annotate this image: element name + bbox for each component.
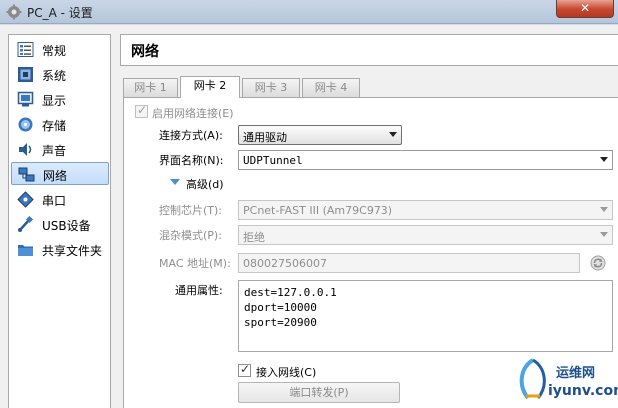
general-icon xyxy=(17,42,34,57)
cable-connected-label: 接入网线(C) xyxy=(256,366,317,379)
serial-port-icon xyxy=(17,191,34,208)
sidebar-item-label: 常规 xyxy=(42,44,67,58)
mac-address-value: 080027506007 xyxy=(243,257,327,270)
audio-icon xyxy=(19,143,32,156)
advanced-expander[interactable]: 高级(d) xyxy=(170,176,240,192)
shared-folder-icon xyxy=(18,245,33,256)
mac-address-label: MAC 地址(M): xyxy=(159,257,231,270)
tab-adapter-1[interactable]: 网卡 1 xyxy=(123,78,178,97)
sidebar-item-label: 串口 xyxy=(42,194,67,208)
settings-sidebar: 常规 系统 显示 存储 声音 网络 串口 USB设备 共享文件夹 xyxy=(8,34,111,408)
enable-adapter-label: 启用网络连接(E) xyxy=(152,107,234,120)
sidebar-item-usb[interactable]: USB设备 xyxy=(11,213,109,236)
sidebar-item-label: 系统 xyxy=(42,69,67,83)
storage-icon xyxy=(18,117,33,132)
chevron-down-icon xyxy=(600,232,608,237)
enable-adapter-checkbox[interactable] xyxy=(135,103,148,118)
mac-address-field[interactable]: 080027506007 xyxy=(238,253,580,273)
window-title: PC_A - 设置 xyxy=(27,6,93,20)
promiscuous-mode-label: 混杂模式(P): xyxy=(159,229,222,242)
refresh-mac-icon[interactable] xyxy=(590,255,606,271)
generic-properties-label: 通用属性: xyxy=(175,284,223,297)
sidebar-item-label: 网络 xyxy=(43,169,68,183)
adapter-type-select[interactable]: PCnet-FAST III (Am79C973) xyxy=(238,200,613,220)
interface-name-select[interactable]: UDPTunnel xyxy=(238,150,613,170)
tab-adapter-2[interactable]: 网卡 2 xyxy=(180,76,240,98)
display-icon xyxy=(17,91,34,107)
adapter-type-value: PCnet-FAST III (Am79C973) xyxy=(243,204,393,217)
tab-adapter-3[interactable]: 网卡 3 xyxy=(242,78,300,97)
settings-gear-icon xyxy=(6,4,22,20)
sidebar-item-audio[interactable]: 声音 xyxy=(11,138,109,161)
close-icon: ✕ xyxy=(579,1,591,15)
page-title: 网络 xyxy=(131,44,159,60)
attached-to-value: 通用驱动 xyxy=(243,131,287,144)
sidebar-item-label: 共享文件夹 xyxy=(42,244,103,258)
usb-icon xyxy=(18,216,34,232)
generic-properties-textarea[interactable]: dest=127.0.0.1 dport=10000 sport=20900 xyxy=(238,280,613,352)
promiscuous-mode-value: 拒绝 xyxy=(243,231,265,244)
watermark-logo-icon xyxy=(519,358,546,400)
generic-property-line: dest=127.0.0.1 xyxy=(244,286,337,299)
interface-name-label: 界面名称(N): xyxy=(159,154,224,167)
advanced-label: 高级(d) xyxy=(186,178,224,191)
sidebar-item-display[interactable]: 显示 xyxy=(11,88,109,111)
sidebar-item-storage[interactable]: 存储 xyxy=(11,113,109,136)
watermark-text-cn: 运维网 xyxy=(556,366,596,381)
generic-property-line: dport=10000 xyxy=(244,301,317,314)
network-icon xyxy=(18,167,35,182)
watermark-text-en: iyunv.com xyxy=(548,383,618,399)
expand-triangle-icon xyxy=(170,179,180,185)
sidebar-item-shared-folders[interactable]: 共享文件夹 xyxy=(11,238,109,261)
chevron-down-icon xyxy=(389,132,397,137)
attached-to-label: 连接方式(A): xyxy=(159,129,223,142)
port-forwarding-button[interactable]: 端口转发(P) xyxy=(238,382,400,403)
page-header: 网络 xyxy=(120,34,618,66)
promiscuous-mode-select[interactable]: 拒绝 xyxy=(238,225,613,245)
tab-adapter-4[interactable]: 网卡 4 xyxy=(302,78,360,97)
sidebar-item-label: 显示 xyxy=(42,94,67,108)
interface-name-value: UDPTunnel xyxy=(243,154,303,167)
cable-connected-checkbox[interactable] xyxy=(238,362,251,377)
sidebar-item-label: USB设备 xyxy=(42,219,91,233)
generic-property-line: sport=20900 xyxy=(244,316,317,329)
sidebar-item-label: 声音 xyxy=(42,144,67,158)
attached-to-select[interactable]: 通用驱动 xyxy=(238,125,402,145)
chevron-down-icon xyxy=(600,157,608,162)
chevron-down-icon xyxy=(600,207,608,212)
sidebar-item-label: 存储 xyxy=(42,119,67,133)
watermark: 运维网 iyunv.com xyxy=(512,350,618,408)
sidebar-item-network[interactable]: 网络 xyxy=(11,162,109,185)
sidebar-item-system[interactable]: 系统 xyxy=(11,63,109,86)
sidebar-item-serial-port[interactable]: 串口 xyxy=(11,188,109,211)
close-button[interactable]: ✕ xyxy=(556,0,614,18)
sidebar-item-general[interactable]: 常规 xyxy=(11,38,109,61)
adapter-type-label: 控制芯片(T): xyxy=(159,204,223,217)
system-icon xyxy=(18,67,33,82)
title-bar: PC_A - 设置 ✕ xyxy=(0,0,618,24)
